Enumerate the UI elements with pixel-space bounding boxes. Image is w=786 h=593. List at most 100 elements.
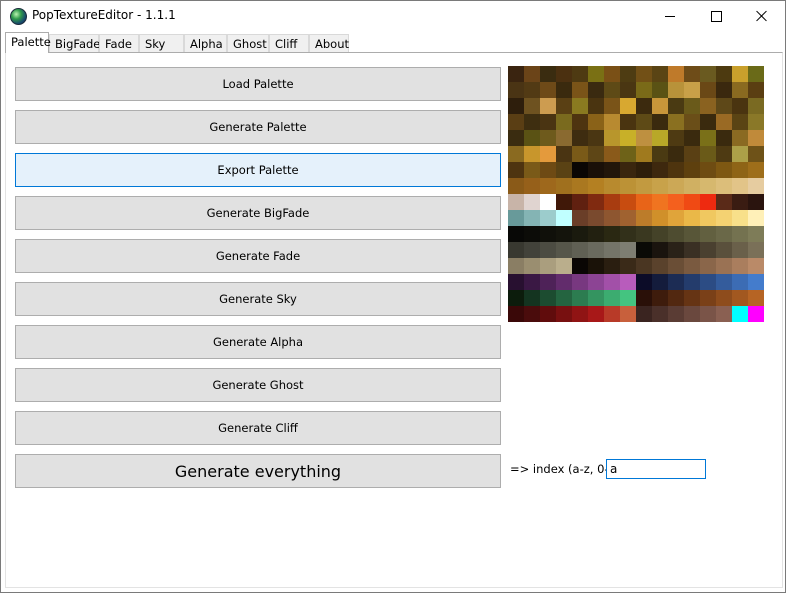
palette-swatch <box>700 162 716 178</box>
palette-swatch <box>524 274 540 290</box>
palette-swatch <box>556 146 572 162</box>
palette-swatch <box>540 226 556 242</box>
palette-swatch <box>604 114 620 130</box>
palette-swatch <box>572 258 588 274</box>
palette-swatch <box>732 210 748 226</box>
palette-swatch <box>604 162 620 178</box>
palette-swatch <box>748 98 764 114</box>
palette-swatch <box>604 210 620 226</box>
palette-swatch <box>620 210 636 226</box>
palette-swatch <box>636 66 652 82</box>
palette-swatch <box>700 258 716 274</box>
palette-swatch <box>620 290 636 306</box>
palette-swatch <box>652 226 668 242</box>
palette-swatch <box>556 66 572 82</box>
generate-palette-button[interactable]: Generate Palette <box>15 110 501 144</box>
palette-swatch <box>684 98 700 114</box>
palette-swatch <box>620 82 636 98</box>
load-palette-button[interactable]: Load Palette <box>15 67 501 101</box>
close-button[interactable] <box>739 1 785 31</box>
palette-swatch <box>604 66 620 82</box>
palette-swatch <box>668 242 684 258</box>
palette-swatch <box>668 130 684 146</box>
palette-swatch <box>652 178 668 194</box>
palette-swatch <box>668 210 684 226</box>
palette-swatch <box>620 98 636 114</box>
tab-palette[interactable]: Palette <box>5 32 51 53</box>
palette-swatch <box>700 274 716 290</box>
tab-ghost[interactable]: Ghost <box>227 34 269 52</box>
palette-swatch <box>668 194 684 210</box>
palette-swatch <box>684 226 700 242</box>
palette-swatch <box>636 274 652 290</box>
palette-swatch <box>700 66 716 82</box>
generate-sky-button[interactable]: Generate Sky <box>15 282 501 316</box>
tab-alpha[interactable]: Alpha <box>184 34 227 52</box>
export-palette-button[interactable]: Export Palette <box>15 153 501 187</box>
minimize-icon <box>665 15 675 17</box>
palette-swatch <box>620 274 636 290</box>
palette-swatch <box>636 258 652 274</box>
index-input[interactable] <box>606 459 706 479</box>
generate-everything-button[interactable]: Generate everything <box>15 454 501 488</box>
palette-swatch <box>588 194 604 210</box>
palette-swatch <box>540 98 556 114</box>
palette-swatch <box>748 226 764 242</box>
generate-alpha-button[interactable]: Generate Alpha <box>15 325 501 359</box>
palette-swatch <box>636 146 652 162</box>
palette-swatch <box>572 66 588 82</box>
tab-bigfade[interactable]: BigFade <box>49 34 100 52</box>
generate-fade-button[interactable]: Generate Fade <box>15 239 501 273</box>
palette-swatch <box>732 98 748 114</box>
generate-ghost-button[interactable]: Generate Ghost <box>15 368 501 402</box>
palette-swatch <box>732 290 748 306</box>
index-label: => index (a-z, 0-9) <box>510 462 621 476</box>
palette-swatch <box>716 194 732 210</box>
minimize-button[interactable] <box>647 1 693 31</box>
palette-swatch <box>604 226 620 242</box>
palette-swatch <box>700 242 716 258</box>
palette-swatch <box>508 274 524 290</box>
palette-swatch <box>684 306 700 322</box>
palette-swatch <box>572 306 588 322</box>
palette-swatch <box>588 66 604 82</box>
palette-swatch <box>620 114 636 130</box>
palette-swatch <box>588 274 604 290</box>
palette-swatch <box>748 210 764 226</box>
palette-swatch <box>556 114 572 130</box>
palette-swatch <box>668 82 684 98</box>
palette-swatch <box>700 210 716 226</box>
tab-sky[interactable]: Sky <box>139 34 184 52</box>
generate-cliff-button[interactable]: Generate Cliff <box>15 411 501 445</box>
palette-swatch <box>572 146 588 162</box>
palette-swatch <box>652 306 668 322</box>
palette-swatch <box>620 258 636 274</box>
maximize-button[interactable] <box>693 1 739 31</box>
palette-swatch <box>716 290 732 306</box>
palette-swatch <box>732 82 748 98</box>
palette-swatch <box>668 66 684 82</box>
palette-swatch <box>508 98 524 114</box>
generate-bigfade-button[interactable]: Generate BigFade <box>15 196 501 230</box>
palette-swatch <box>604 146 620 162</box>
palette-swatch <box>668 162 684 178</box>
palette-swatch <box>524 130 540 146</box>
palette-swatch <box>716 114 732 130</box>
tab-about[interactable]: About <box>309 34 349 52</box>
palette-swatch <box>748 162 764 178</box>
palette-swatch <box>588 98 604 114</box>
palette-swatch <box>668 306 684 322</box>
title-bar: PopTextureEditor - 1.1.1 <box>1 1 785 31</box>
palette-swatch <box>508 226 524 242</box>
palette-swatch <box>508 82 524 98</box>
palette-swatch <box>668 274 684 290</box>
palette-swatch <box>716 258 732 274</box>
palette-swatch <box>732 162 748 178</box>
palette-swatch <box>540 114 556 130</box>
tab-cliff[interactable]: Cliff <box>269 34 309 52</box>
palette-swatch <box>604 306 620 322</box>
tab-fade[interactable]: Fade <box>99 34 139 52</box>
palette-swatch <box>652 242 668 258</box>
palette-swatch <box>588 114 604 130</box>
palette-swatch <box>604 242 620 258</box>
